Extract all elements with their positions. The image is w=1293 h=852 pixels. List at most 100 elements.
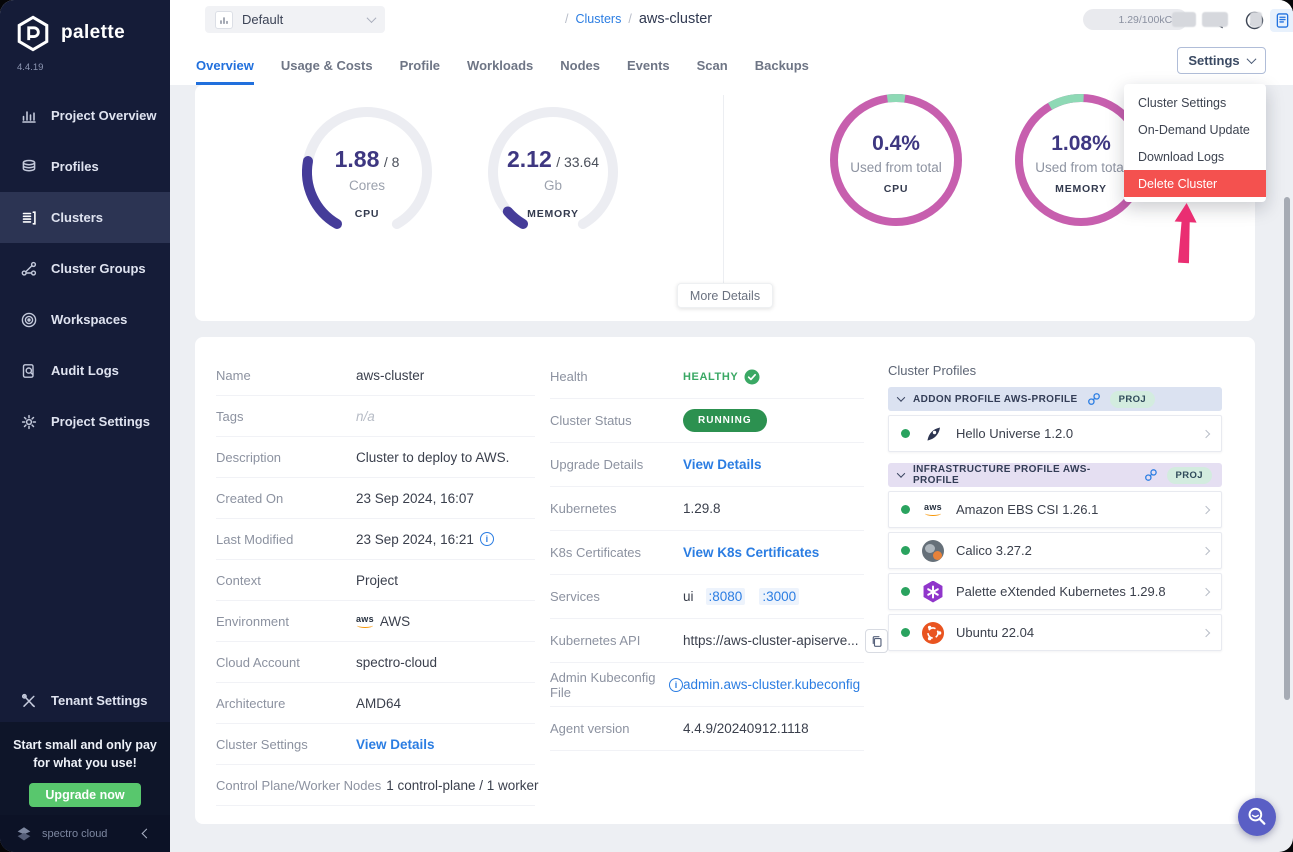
chevron-right-icon bbox=[1202, 505, 1210, 513]
infrastructure-profile-header[interactable]: INFRASTRUCTURE PROFILE AWS-PROFILE PROJ bbox=[888, 463, 1222, 487]
detail-row-services: Services ui :8080 :3000 bbox=[550, 575, 864, 619]
detail-row-name: Nameaws-cluster bbox=[216, 355, 535, 396]
view-k8s-certificates-link[interactable]: View K8s Certificates bbox=[683, 545, 819, 560]
details-left-column: Nameaws-cluster Tagsn/a DescriptionClust… bbox=[216, 355, 535, 806]
cluster-profiles-panel: Cluster Profiles ADDON PROFILE AWS-PROFI… bbox=[888, 363, 1222, 651]
chevron-right-icon bbox=[1202, 429, 1210, 437]
status-dot bbox=[901, 505, 910, 514]
agent-version-value: 4.4.9/20240912.1118 bbox=[683, 721, 809, 736]
copy-button[interactable] bbox=[865, 629, 888, 653]
tab-overview[interactable]: Overview bbox=[196, 58, 254, 85]
tab-profile[interactable]: Profile bbox=[400, 58, 440, 85]
gear-icon bbox=[20, 413, 38, 431]
upgrade-now-button[interactable]: Upgrade now bbox=[29, 783, 140, 807]
details-middle-column: Health HEALTHY Cluster Status RUNNING Up… bbox=[550, 355, 864, 751]
promo-text: Start small and only pay for what you us… bbox=[0, 736, 170, 772]
sidebar-item-label: Clusters bbox=[51, 210, 103, 225]
scrollbar-thumb[interactable] bbox=[1284, 197, 1290, 700]
profile-layer-hello-universe[interactable]: Hello Universe 1.2.0 bbox=[888, 415, 1222, 452]
footer-brand-name: spectro cloud bbox=[42, 828, 135, 840]
pxk-hexagon-icon bbox=[922, 581, 944, 603]
detail-row-kubernetes: Kubernetes 1.29.8 bbox=[550, 487, 864, 531]
breadcrumb-separator: / bbox=[565, 12, 568, 26]
tab-bar: Overview Usage & Costs Profile Workloads… bbox=[196, 58, 809, 85]
upgrade-promo: Start small and only pay for what you us… bbox=[0, 722, 170, 815]
detail-row-admin-kubeconfig: Admin Kubeconfig File admin.aws-cluster.… bbox=[550, 663, 864, 707]
detail-row-created-on: Created On23 Sep 2024, 16:07 bbox=[216, 478, 535, 519]
more-details-button[interactable]: More Details bbox=[677, 283, 773, 308]
breadcrumb-clusters-link[interactable]: Clusters bbox=[575, 12, 621, 26]
tools-icon bbox=[20, 692, 38, 710]
spectro-cloud-logo-icon bbox=[14, 824, 34, 844]
copy-icon bbox=[870, 634, 883, 648]
menu-item-download-logs[interactable]: Download Logs bbox=[1124, 143, 1266, 170]
sidebar-item-project-overview[interactable]: Project Overview bbox=[0, 90, 170, 141]
cluster-profiles-title: Cluster Profiles bbox=[888, 363, 1222, 378]
profile-layer-calico[interactable]: Calico 3.27.2 bbox=[888, 532, 1222, 569]
cluster-details-card: Nameaws-cluster Tagsn/a DescriptionClust… bbox=[195, 337, 1255, 824]
detail-row-agent-version: Agent version 4.4.9/20240912.1118 bbox=[550, 707, 864, 751]
cluster-metrics-card: 1.88 / 8 Cores CPU 2.12 / 33.64 Gb MEMOR… bbox=[195, 85, 1255, 321]
memory-gauge-label: MEMORY bbox=[483, 208, 623, 220]
profile-layer-amazon-ebs-csi[interactable]: aws Amazon EBS CSI 1.26.1 bbox=[888, 491, 1222, 528]
chevron-right-icon bbox=[1202, 628, 1210, 636]
cluster-settings-view-details-link[interactable]: View Details bbox=[356, 737, 435, 752]
aws-icon: aws bbox=[922, 499, 944, 521]
menu-item-on-demand-update[interactable]: On-Demand Update bbox=[1124, 116, 1266, 143]
kubeconfig-download-link[interactable]: admin.aws-cluster.kubeconfig bbox=[683, 677, 860, 692]
sidebar-item-clusters[interactable]: Clusters bbox=[0, 192, 170, 243]
sidebar-item-audit-logs[interactable]: Audit Logs bbox=[0, 345, 170, 396]
book-icon bbox=[1275, 12, 1290, 29]
link-icon bbox=[1087, 392, 1101, 406]
chevron-down-icon bbox=[367, 13, 377, 23]
sidebar-item-project-settings[interactable]: Project Settings bbox=[0, 396, 170, 447]
detail-row-cluster-status: Cluster Status RUNNING bbox=[550, 399, 864, 443]
ubuntu-icon bbox=[922, 622, 944, 644]
divider bbox=[723, 95, 724, 295]
menu-item-cluster-settings[interactable]: Cluster Settings bbox=[1124, 89, 1266, 116]
project-selector-value: Default bbox=[242, 12, 359, 27]
cpu-used-percent: 0.4% bbox=[826, 132, 966, 156]
sidebar-item-workspaces[interactable]: Workspaces bbox=[0, 294, 170, 345]
tab-nodes[interactable]: Nodes bbox=[560, 58, 600, 85]
service-port-3000-link[interactable]: :3000 bbox=[759, 588, 799, 605]
breadcrumb-current: aws-cluster bbox=[639, 11, 712, 27]
sidebar-item-label: Project Settings bbox=[51, 414, 150, 429]
tab-backups[interactable]: Backups bbox=[755, 58, 809, 85]
info-icon[interactable] bbox=[669, 678, 683, 692]
tab-usage-costs[interactable]: Usage & Costs bbox=[281, 58, 373, 85]
service-port-8080-link[interactable]: :8080 bbox=[706, 588, 746, 605]
collapse-sidebar-icon[interactable] bbox=[142, 829, 152, 839]
check-circle-icon bbox=[744, 369, 760, 385]
tab-workloads[interactable]: Workloads bbox=[467, 58, 533, 85]
layers-icon bbox=[20, 158, 38, 176]
detail-row-last-modified: Last Modified23 Sep 2024, 16:21 bbox=[216, 519, 535, 560]
cpu-unit: Cores bbox=[297, 178, 437, 193]
profile-layer-ubuntu[interactable]: Ubuntu 22.04 bbox=[888, 614, 1222, 651]
tab-events[interactable]: Events bbox=[627, 58, 670, 85]
search-feedback-fab[interactable] bbox=[1238, 798, 1276, 836]
sidebar-item-tenant-settings[interactable]: Tenant Settings bbox=[0, 675, 170, 726]
tab-scan[interactable]: Scan bbox=[697, 58, 728, 85]
status-dot bbox=[901, 546, 910, 555]
app-window: palette 4.4.19 Project Overview Profiles… bbox=[0, 0, 1293, 852]
profile-layer-palette-extended-kubernetes[interactable]: Palette eXtended Kubernetes 1.29.8 bbox=[888, 573, 1222, 610]
menu-item-delete-cluster[interactable]: Delete Cluster bbox=[1124, 170, 1266, 197]
kubernetes-version: 1.29.8 bbox=[683, 501, 721, 516]
settings-dropdown-menu: Cluster Settings On-Demand Update Downlo… bbox=[1124, 84, 1266, 202]
audit-log-icon bbox=[20, 362, 38, 380]
project-selector[interactable]: Default bbox=[205, 6, 385, 33]
status-dot bbox=[901, 429, 910, 438]
docs-button[interactable]: Docs bbox=[1270, 9, 1293, 32]
settings-button[interactable]: Settings bbox=[1177, 47, 1266, 74]
chevron-down-icon bbox=[1246, 54, 1256, 64]
sidebar-item-label: Profiles bbox=[51, 159, 99, 174]
info-icon[interactable] bbox=[480, 532, 494, 546]
sidebar-item-profiles[interactable]: Profiles bbox=[0, 141, 170, 192]
detail-row-cloud-account: Cloud Accountspectro-cloud bbox=[216, 642, 535, 683]
cpu-total-value: 8 bbox=[392, 154, 400, 170]
sidebar-item-cluster-groups[interactable]: Cluster Groups bbox=[0, 243, 170, 294]
addon-profile-header[interactable]: ADDON PROFILE AWS-PROFILE PROJ bbox=[888, 387, 1222, 411]
detail-row-architecture: ArchitectureAMD64 bbox=[216, 683, 535, 724]
upgrade-view-details-link[interactable]: View Details bbox=[683, 457, 762, 472]
